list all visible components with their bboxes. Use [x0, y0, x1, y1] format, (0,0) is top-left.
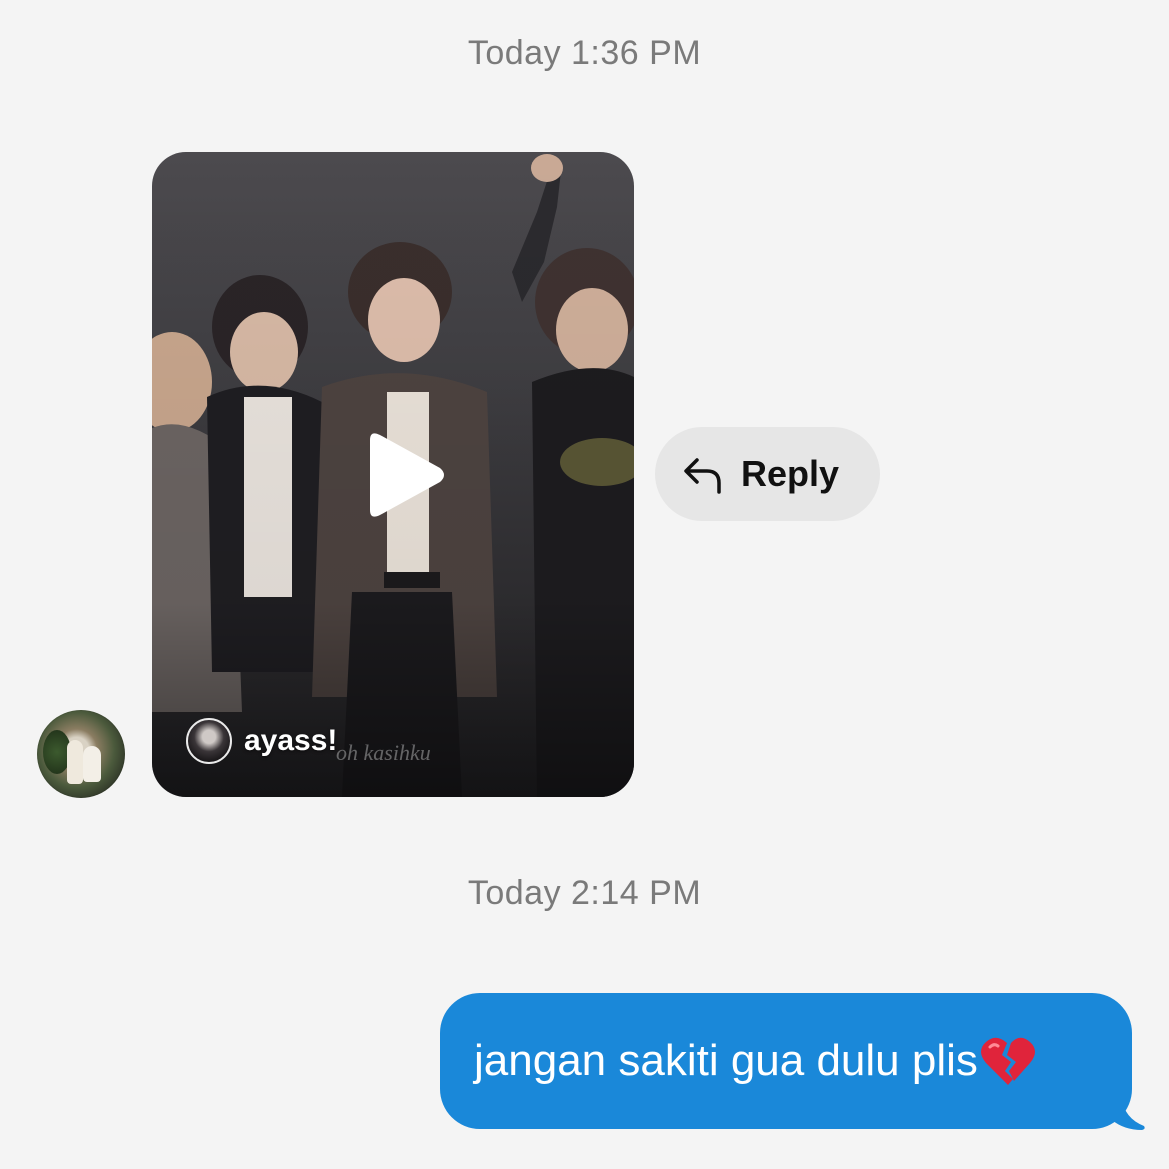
reply-arrow-icon	[684, 458, 721, 494]
sent-message-text: jangan sakiti gua dulu plis	[474, 1036, 978, 1085]
video-author-avatar	[186, 718, 232, 764]
timestamp-2: Today 2:14 PM	[467, 874, 702, 912]
broken-heart-icon	[980, 1037, 1035, 1085]
sent-message-bubble[interactable]: jangan sakiti gua dulu plis	[440, 993, 1132, 1129]
video-author-name: ayass!	[244, 724, 338, 757]
timestamp-1: Today 1:36 PM	[467, 34, 702, 72]
reply-button[interactable]: Reply	[655, 427, 880, 521]
play-icon[interactable]	[360, 430, 450, 520]
sender-avatar[interactable]	[37, 710, 125, 798]
bubble-tail	[1112, 1098, 1145, 1130]
video-attribution[interactable]: ayass!	[186, 716, 337, 766]
video-watermark: oh kasihku	[336, 740, 431, 765]
reply-label: Reply	[741, 453, 840, 494]
